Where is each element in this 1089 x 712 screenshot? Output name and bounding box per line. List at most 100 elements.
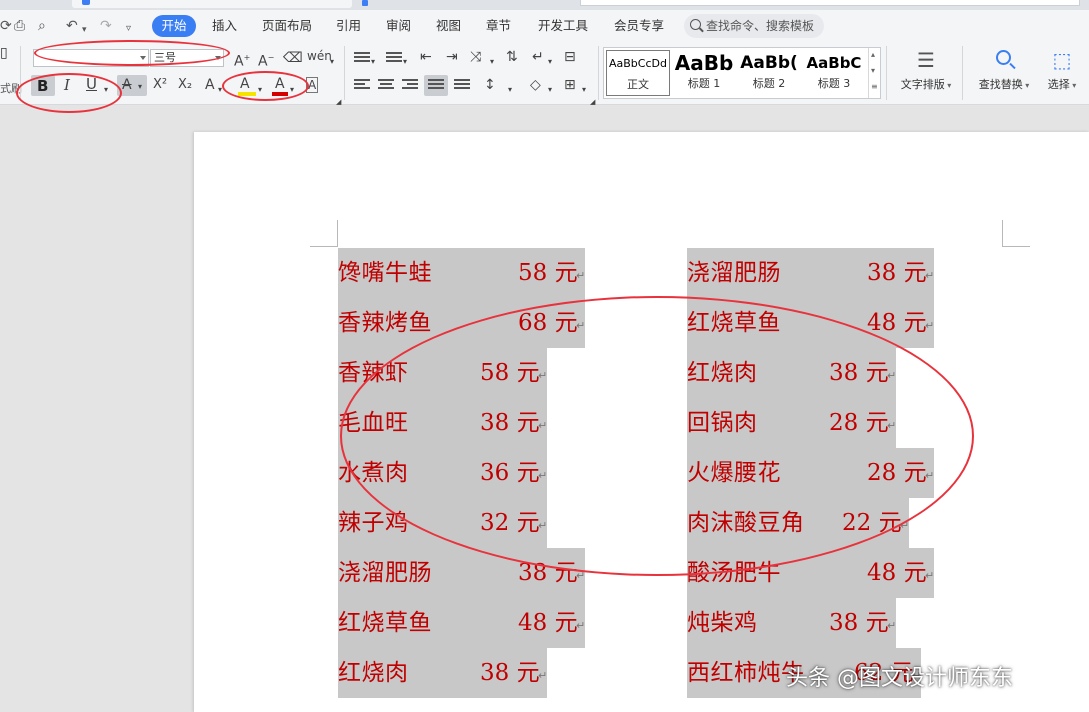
tab-bar-area <box>580 0 1080 6</box>
bullets-icon[interactable] <box>354 52 370 66</box>
menu-line: 红烧草鱼 48 元 ↵ <box>338 598 585 648</box>
dish-name: 浇溜肥肠 <box>687 260 781 286</box>
style-heading-1[interactable]: AaBb 标题 1 <box>672 50 736 96</box>
open-icon[interactable]: ⟳ <box>0 18 12 34</box>
document-tab[interactable] <box>72 0 352 8</box>
align-right-icon[interactable] <box>402 79 418 93</box>
dish-name: 香辣烤鱼 <box>338 310 432 336</box>
customize-toolbar-icon[interactable]: ▿ <box>126 21 131 37</box>
justify-icon <box>428 79 444 93</box>
menu-member[interactable]: 会员专享 <box>614 19 664 33</box>
text-layout-button[interactable]: ☰ 文字排版 ▾ <box>896 48 956 93</box>
superscript-button[interactable]: X² <box>153 77 167 93</box>
chinese-layout-icon[interactable]: ⤨ <box>470 49 481 65</box>
annotation-ellipse-menu <box>340 296 974 576</box>
menu-developer[interactable]: 开发工具 <box>538 19 588 33</box>
justify-button[interactable] <box>424 75 448 96</box>
paragraph-dialog-launcher-icon[interactable]: ◢ <box>590 94 595 110</box>
search-icon <box>690 19 701 30</box>
chevron-down-icon[interactable]: ▾ <box>403 54 407 70</box>
paste-icon[interactable]: ▯ <box>0 44 8 62</box>
align-center-icon[interactable] <box>378 79 394 93</box>
redo-icon[interactable]: ↷ <box>100 18 112 34</box>
new-tab-icon[interactable] <box>362 0 368 6</box>
style-name: 标题 1 <box>687 77 721 90</box>
line-spacing-icon[interactable]: ↕ <box>484 77 496 93</box>
paragraph-mark: ↵ <box>925 269 935 282</box>
select-label: 选择 <box>1047 78 1070 91</box>
menu-line: 炖柴鸡 38 元 ↵ <box>687 598 896 648</box>
font-dialog-launcher-icon[interactable]: ◢ <box>336 94 341 110</box>
dish-name: 红烧肉 <box>338 660 409 686</box>
style-name: 标题 3 <box>817 77 851 90</box>
gallery-more-icon[interactable]: ≡ <box>871 82 878 91</box>
tab-bar <box>0 0 1089 10</box>
chevron-down-icon[interactable]: ▾ <box>330 54 334 70</box>
find-replace-button[interactable]: 查找替换 ▾ <box>974 48 1034 93</box>
increase-indent-icon[interactable]: ⇥ <box>446 49 458 65</box>
style-normal[interactable]: AaBbCcDd 正文 <box>606 50 670 96</box>
paragraph-mark: ↵ <box>925 319 935 332</box>
distributed-align-icon[interactable] <box>454 79 470 93</box>
style-gallery: AaBbCcDd 正文 AaBb 标题 1 AaBb( 标题 2 AaBbC 标… <box>603 47 881 99</box>
tab-settings-icon[interactable]: ⊟ <box>564 49 576 65</box>
chevron-down-icon[interactable]: ▾ <box>871 66 875 75</box>
undo-icon[interactable]: ↶ <box>66 18 78 34</box>
shrink-font-icon[interactable]: A− <box>258 50 274 70</box>
style-name: 标题 2 <box>752 77 786 90</box>
shading-icon[interactable]: ◇ <box>530 77 541 93</box>
sort-icon[interactable]: ⇅ <box>506 49 518 65</box>
annotation-ellipse-color <box>222 71 309 101</box>
chevron-down-icon[interactable]: ▾ <box>371 54 375 70</box>
margin-corner-mark <box>310 246 338 247</box>
menu-insert[interactable]: 插入 <box>212 19 237 33</box>
menu-page-layout[interactable]: 页面布局 <box>262 19 312 33</box>
chevron-down-icon: ▾ <box>138 82 143 91</box>
dish-price: 58 元 <box>518 260 578 286</box>
style-preview: AaBb <box>674 51 734 75</box>
command-search-input[interactable]: 查找命令、搜索模板 <box>684 14 824 38</box>
numbering-icon[interactable] <box>386 52 402 66</box>
watermark: 头条 @图文设计师东东 <box>786 666 1013 691</box>
text-layout-icon: ☰ <box>917 48 935 72</box>
menu-view[interactable]: 视图 <box>436 19 461 33</box>
chevron-down-icon[interactable]: ▾ <box>548 54 552 70</box>
clear-format-icon[interactable]: ⌫ <box>283 50 303 66</box>
separator <box>598 46 599 100</box>
style-heading-3[interactable]: AaBbC 标题 3 <box>802 50 866 96</box>
text-effect-icon[interactable]: A <box>205 77 215 93</box>
show-marks-icon[interactable]: ↵ <box>532 49 544 65</box>
dish-price: 48 元 <box>518 610 578 636</box>
borders-icon[interactable]: ⊞ <box>564 77 576 93</box>
text-layout-label: 文字排版 <box>900 78 945 91</box>
print-preview-icon[interactable]: ⌕ <box>38 18 46 34</box>
paragraph-mark: ↵ <box>576 619 586 632</box>
annotation-ellipse-font-size <box>34 40 230 66</box>
subscript-button[interactable]: X₂ <box>178 77 192 93</box>
decrease-indent-icon[interactable]: ⇤ <box>420 49 432 65</box>
gallery-scrollbar[interactable]: ▴ ▾ ≡ <box>868 48 880 98</box>
chevron-down-icon[interactable]: ▾ <box>582 82 586 98</box>
select-button[interactable]: ⬚ 选择 ▾ <box>1040 48 1084 93</box>
menu-review[interactable]: 审阅 <box>386 19 411 33</box>
menu-chapter[interactable]: 章节 <box>486 19 511 33</box>
margin-corner-mark <box>337 220 338 246</box>
align-left-icon[interactable] <box>354 79 370 93</box>
undo-dropdown-icon[interactable]: ▾ <box>82 22 87 38</box>
grow-font-icon[interactable]: A+ <box>234 50 250 70</box>
menu-start[interactable]: 开始 <box>152 15 196 37</box>
menu-bar: ⟳ ⎙ ⌕ ↶ ▾ ↷ ▿ 开始 插入 页面布局 引用 审阅 视图 章节 开发工… <box>0 10 1089 42</box>
margin-corner-mark <box>1002 220 1003 246</box>
chevron-down-icon[interactable]: ▾ <box>508 82 512 98</box>
margin-corner-mark <box>1002 246 1030 247</box>
strikethrough-icon: A <box>122 77 132 93</box>
style-heading-2[interactable]: AaBb( 标题 2 <box>737 50 801 96</box>
menu-references[interactable]: 引用 <box>336 19 361 33</box>
chevron-down-icon[interactable]: ▾ <box>548 82 552 98</box>
chevron-up-icon[interactable]: ▴ <box>871 50 875 59</box>
chevron-down-icon[interactable]: ▾ <box>490 54 494 70</box>
print-icon[interactable]: ⎙ <box>14 18 25 34</box>
pinyin-guide-icon[interactable]: wén <box>307 48 332 64</box>
chevron-down-icon: ▾ <box>1069 81 1077 90</box>
dish-name: 红烧草鱼 <box>338 610 432 636</box>
